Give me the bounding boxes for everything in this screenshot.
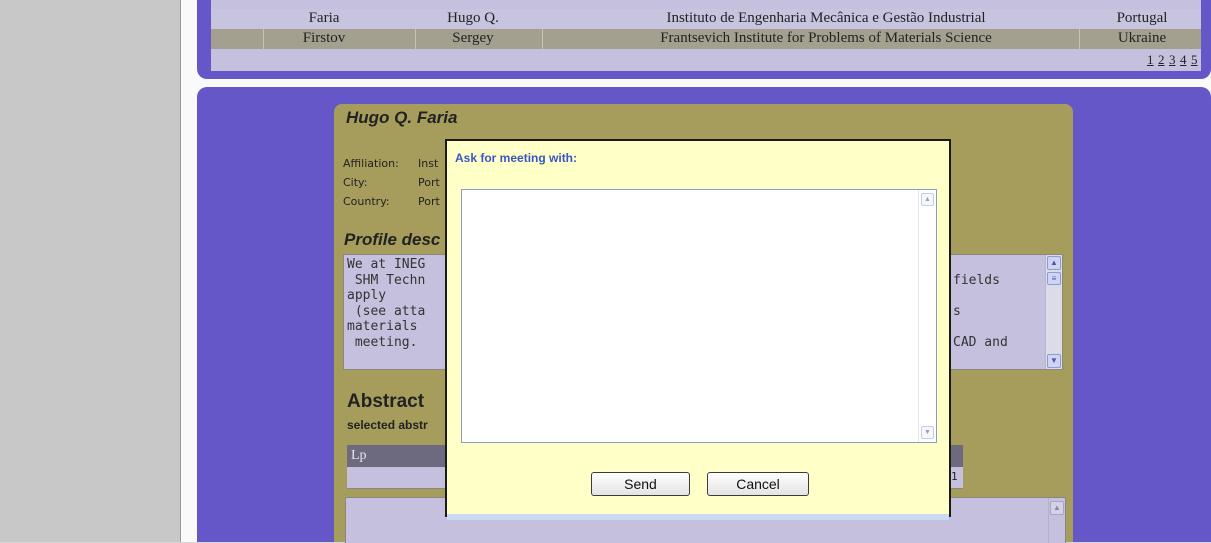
scroll-up-icon[interactable]: ▲ — [1050, 501, 1064, 515]
country-cell: Ukraine — [1117, 30, 1167, 46]
city-label: City: — [343, 176, 368, 189]
scroll-down-icon[interactable]: ▼ — [921, 426, 934, 439]
participants-table: Faria Hugo Q. Instituto de Engenharia Me… — [211, 0, 1201, 71]
page-link-4[interactable]: 4 — [1180, 52, 1187, 68]
send-button[interactable]: Send — [591, 472, 690, 496]
profile-description-right: fields s CAD and — [953, 272, 1008, 350]
table-row[interactable]: Firstov Sergey Frantsevich Institute for… — [211, 29, 1201, 49]
page-link-1[interactable]: 1 — [1147, 52, 1154, 68]
page-link-5[interactable]: 5 — [1191, 52, 1198, 68]
cell-divider — [542, 29, 543, 49]
affiliation-value: Inst — [418, 157, 439, 170]
description-scrollbar[interactable]: ▲ ≡ ▼ — [1045, 255, 1062, 369]
col-lp: Lp — [351, 448, 367, 463]
dialog-shadow — [447, 514, 949, 520]
page-link-3[interactable]: 3 — [1169, 52, 1176, 68]
scroll-up-icon[interactable]: ▲ — [1047, 256, 1061, 270]
left-gutter — [0, 0, 181, 542]
table-row[interactable]: Faria Hugo Q. Instituto de Engenharia Me… — [211, 9, 1201, 29]
scroll-thumb[interactable]: ≡ — [1047, 272, 1061, 285]
country-value: Port — [418, 195, 440, 208]
first-name-cell: Sergey — [452, 30, 494, 46]
meeting-request-dialog: Ask for meeting with: ▲ ▼ Send Cancel — [445, 139, 951, 517]
dialog-title: Ask for meeting with: — [455, 151, 578, 165]
meeting-message-textarea[interactable]: ▲ ▼ — [461, 189, 937, 443]
cancel-button[interactable]: Cancel — [707, 472, 809, 496]
institution-cell: Instituto de Engenharia Mecânica e Gestã… — [666, 10, 986, 26]
scroll-up-icon[interactable]: ▲ — [921, 193, 934, 206]
abstract-title: Abstract — [347, 391, 425, 412]
cell-divider — [1079, 29, 1080, 49]
page-link-2[interactable]: 2 — [1158, 52, 1165, 68]
profile-name: Hugo Q. Faria — [346, 108, 458, 127]
last-name-cell: Faria — [308, 10, 340, 26]
country-cell: Portugal — [1116, 10, 1168, 26]
pagination: 1 2 3 4 5 — [211, 49, 1201, 71]
affiliation-label: Affiliation: — [343, 157, 399, 170]
selected-abstract-label: selected abstr — [347, 418, 428, 432]
first-name-cell: Hugo Q. — [447, 10, 499, 26]
last-name-cell: Firstov — [302, 30, 346, 46]
abstract-scrollbar[interactable]: ▲ — [1048, 498, 1065, 543]
profile-description-title: Profile desc — [344, 230, 441, 249]
cell-divider — [263, 29, 264, 49]
scroll-down-icon[interactable]: ▼ — [1047, 354, 1061, 368]
institution-cell: Frantsevich Institute for Problems of Ma… — [660, 30, 992, 46]
abstract-row-value: 1 — [951, 470, 958, 483]
country-label: Country: — [343, 195, 390, 208]
city-value: Port — [418, 176, 440, 189]
cell-divider — [415, 29, 416, 49]
message-scrollbar[interactable]: ▲ ▼ — [918, 190, 936, 442]
